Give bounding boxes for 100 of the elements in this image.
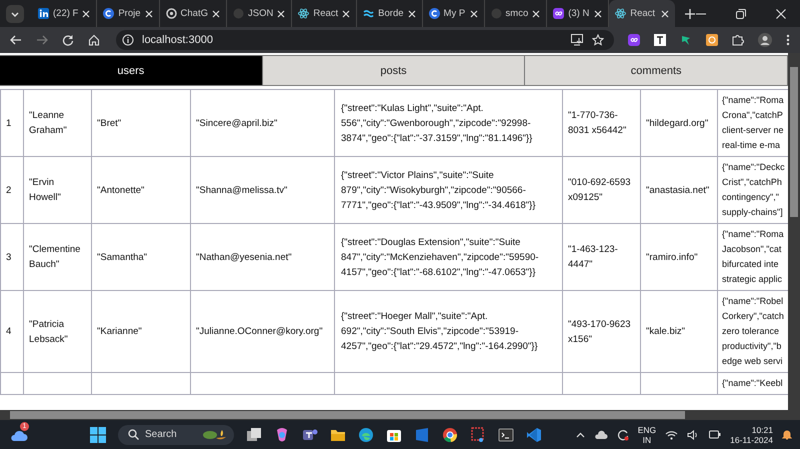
close-icon[interactable] <box>212 10 220 18</box>
page-tab[interactable]: comments <box>525 55 788 86</box>
table-cell: {"street":"Kulas Light","suite":"Apt. 556","city":"Gwenborough","zipcode":"92998-3874","geo":{"lat":"-37.3159","lng":"81.1496"}} <box>341 102 532 144</box>
table-cell: {"street":"Victor Plains","suite":"Suite 879","city":"Wisokyburgh","zipcode":"90566-7771","geo":{"lat":"-43.9509","lng":"-34.4618"}} <box>341 170 536 210</box>
table-cell: "Patricia Lebsack" <box>29 318 68 344</box>
wifi-icon[interactable] <box>665 430 678 440</box>
reload-icon[interactable] <box>62 34 74 46</box>
table-cell: "493-170-9623 x156" <box>568 318 631 344</box>
table-cell: "hildegard.org" <box>646 118 708 128</box>
page-tab[interactable]: posts <box>262 55 526 86</box>
clock-time[interactable]: 10:21 <box>752 424 773 434</box>
table-cell: {"street":"Douglas Extension","suite":"Suite 847","city":"McKenziehaven","zipcode":"59590-4157","geo":{"lat":"-68.6102","lng":"-47.0653"}} <box>341 236 539 278</box>
table-cell: "Clementine Bauch" <box>29 244 80 270</box>
table-cell: {"street":"Hoeger Mall","suite":"Apt. 692","city":"South Elvis","zipcode":"53919-4257","geo":{"lat":"29.4572","lng":"-164.2990"}} <box>341 311 538 352</box>
table-cell: "1-770-736-8031 x56442" <box>568 110 626 136</box>
home-icon[interactable] <box>88 34 100 46</box>
chrome-icon[interactable] <box>442 426 458 442</box>
install-icon[interactable] <box>571 34 584 46</box>
forward-icon[interactable] <box>36 34 48 46</box>
table-cell: {"name":"Roma Jacobson","cat bifurcated inte strategic applic <box>722 229 784 284</box>
atom-icon <box>298 8 310 19</box>
task-view-icon[interactable] <box>246 426 262 442</box>
linkedin-icon <box>38 8 49 19</box>
table-cell: {"name":"Robel Corkery","catch zero tolerance productivity","b edge web servi <box>722 296 784 366</box>
table-cell: "kale.biz" <box>646 326 685 337</box>
browser-tab[interactable]: React <box>609 0 676 27</box>
close-icon[interactable] <box>277 10 286 18</box>
cloud-icon[interactable] <box>594 430 608 440</box>
table-cell: "Bret" <box>97 118 122 128</box>
snipping-tool-icon[interactable] <box>470 426 486 442</box>
terminal-icon[interactable] <box>498 426 514 442</box>
close-icon[interactable] <box>532 10 540 18</box>
table-cell: {"name":"Deckc Crist","catchPh contingency"," supply-chains"] <box>722 162 785 217</box>
table-cell: "Julianne.OConner@kory.org" <box>196 326 323 337</box>
table-cell: "1-463-123-4447" <box>568 244 618 270</box>
search-icon <box>128 429 139 440</box>
address-bar[interactable]: localhost:3000 <box>116 30 614 50</box>
close-icon[interactable] <box>342 10 350 18</box>
extension-t-icon[interactable] <box>654 34 666 46</box>
chevron-up-icon[interactable] <box>576 432 585 438</box>
horizontal-scrollbar[interactable] <box>0 410 800 420</box>
table-cell: "anastasia.net" <box>646 184 710 196</box>
row-number: 1 <box>6 118 12 128</box>
atom-icon <box>615 8 626 19</box>
table-cell: "Leanne Graham" <box>29 110 67 136</box>
windows-start-icon[interactable] <box>90 426 106 442</box>
close-icon[interactable] <box>470 10 478 18</box>
sync-icon[interactable] <box>616 428 629 440</box>
table-cell: "Ervin Howell" <box>29 177 61 203</box>
diya-lamp-icon <box>202 428 228 440</box>
row-number: 2 <box>6 184 12 196</box>
row-number: 3 <box>6 252 12 262</box>
table-cell: "Nathan@yesenia.net" <box>196 252 292 262</box>
app-icon[interactable] <box>414 426 430 442</box>
teams-icon[interactable] <box>302 426 318 442</box>
table-cell: "Samantha" <box>97 252 148 262</box>
dark-circle-icon <box>490 8 502 19</box>
volume-icon[interactable] <box>687 430 700 440</box>
profile-avatar-icon[interactable] <box>758 33 772 47</box>
table-cell: "ramiro.info" <box>646 252 698 262</box>
row-number: 4 <box>6 326 12 337</box>
table-cell: "Shanna@melissa.tv" <box>196 184 288 196</box>
letter-c-icon <box>103 8 114 19</box>
close-icon[interactable] <box>144 10 153 18</box>
close-icon[interactable] <box>594 10 602 18</box>
close-icon[interactable] <box>82 10 90 18</box>
bell-icon[interactable] <box>782 429 792 440</box>
infinity-icon <box>553 8 564 19</box>
info-icon[interactable] <box>122 34 134 46</box>
language-label[interactable]: ENG <box>638 424 656 434</box>
search-field[interactable]: Search <box>118 424 234 444</box>
region-label[interactable]: IN <box>642 434 652 444</box>
table-cell: "010-692-6593 x09125" <box>568 177 631 203</box>
battery-icon[interactable] <box>708 430 722 439</box>
vscode-icon[interactable] <box>526 426 542 442</box>
close-icon[interactable] <box>661 10 670 18</box>
extension-ring-icon[interactable] <box>706 34 718 46</box>
table-cell: {"name":"Keebl <box>722 378 783 388</box>
star-icon[interactable] <box>592 34 604 46</box>
extension-infinity-icon[interactable] <box>628 34 640 46</box>
letter-c-icon <box>428 8 440 19</box>
close-icon[interactable] <box>776 8 786 18</box>
edge-icon[interactable] <box>358 426 374 442</box>
extension-bird-icon[interactable] <box>680 34 692 46</box>
close-icon[interactable] <box>408 10 416 18</box>
table-cell: "Karianne" <box>97 326 142 337</box>
table-cell: "Antonette" <box>97 184 144 196</box>
more-menu-icon[interactable] <box>786 34 790 46</box>
back-icon[interactable] <box>10 34 22 46</box>
table-cell: {"name":"Roma Crona","catchP client-server ne real-time e-ma <box>722 95 784 150</box>
dark-circle-icon <box>233 8 244 19</box>
table-cell: "Sincere@april.biz" <box>196 118 278 128</box>
new-tab-icon[interactable] <box>685 8 696 18</box>
restore-icon[interactable] <box>736 8 746 18</box>
puzzle-icon[interactable] <box>732 34 744 46</box>
page-tab[interactable]: users <box>0 55 263 86</box>
tab-search-icon[interactable] <box>6 4 24 22</box>
wave-icon <box>363 8 374 19</box>
vertical-scrollbar[interactable] <box>788 53 800 410</box>
clock-date[interactable]: 16-11-2024 <box>730 434 773 444</box>
